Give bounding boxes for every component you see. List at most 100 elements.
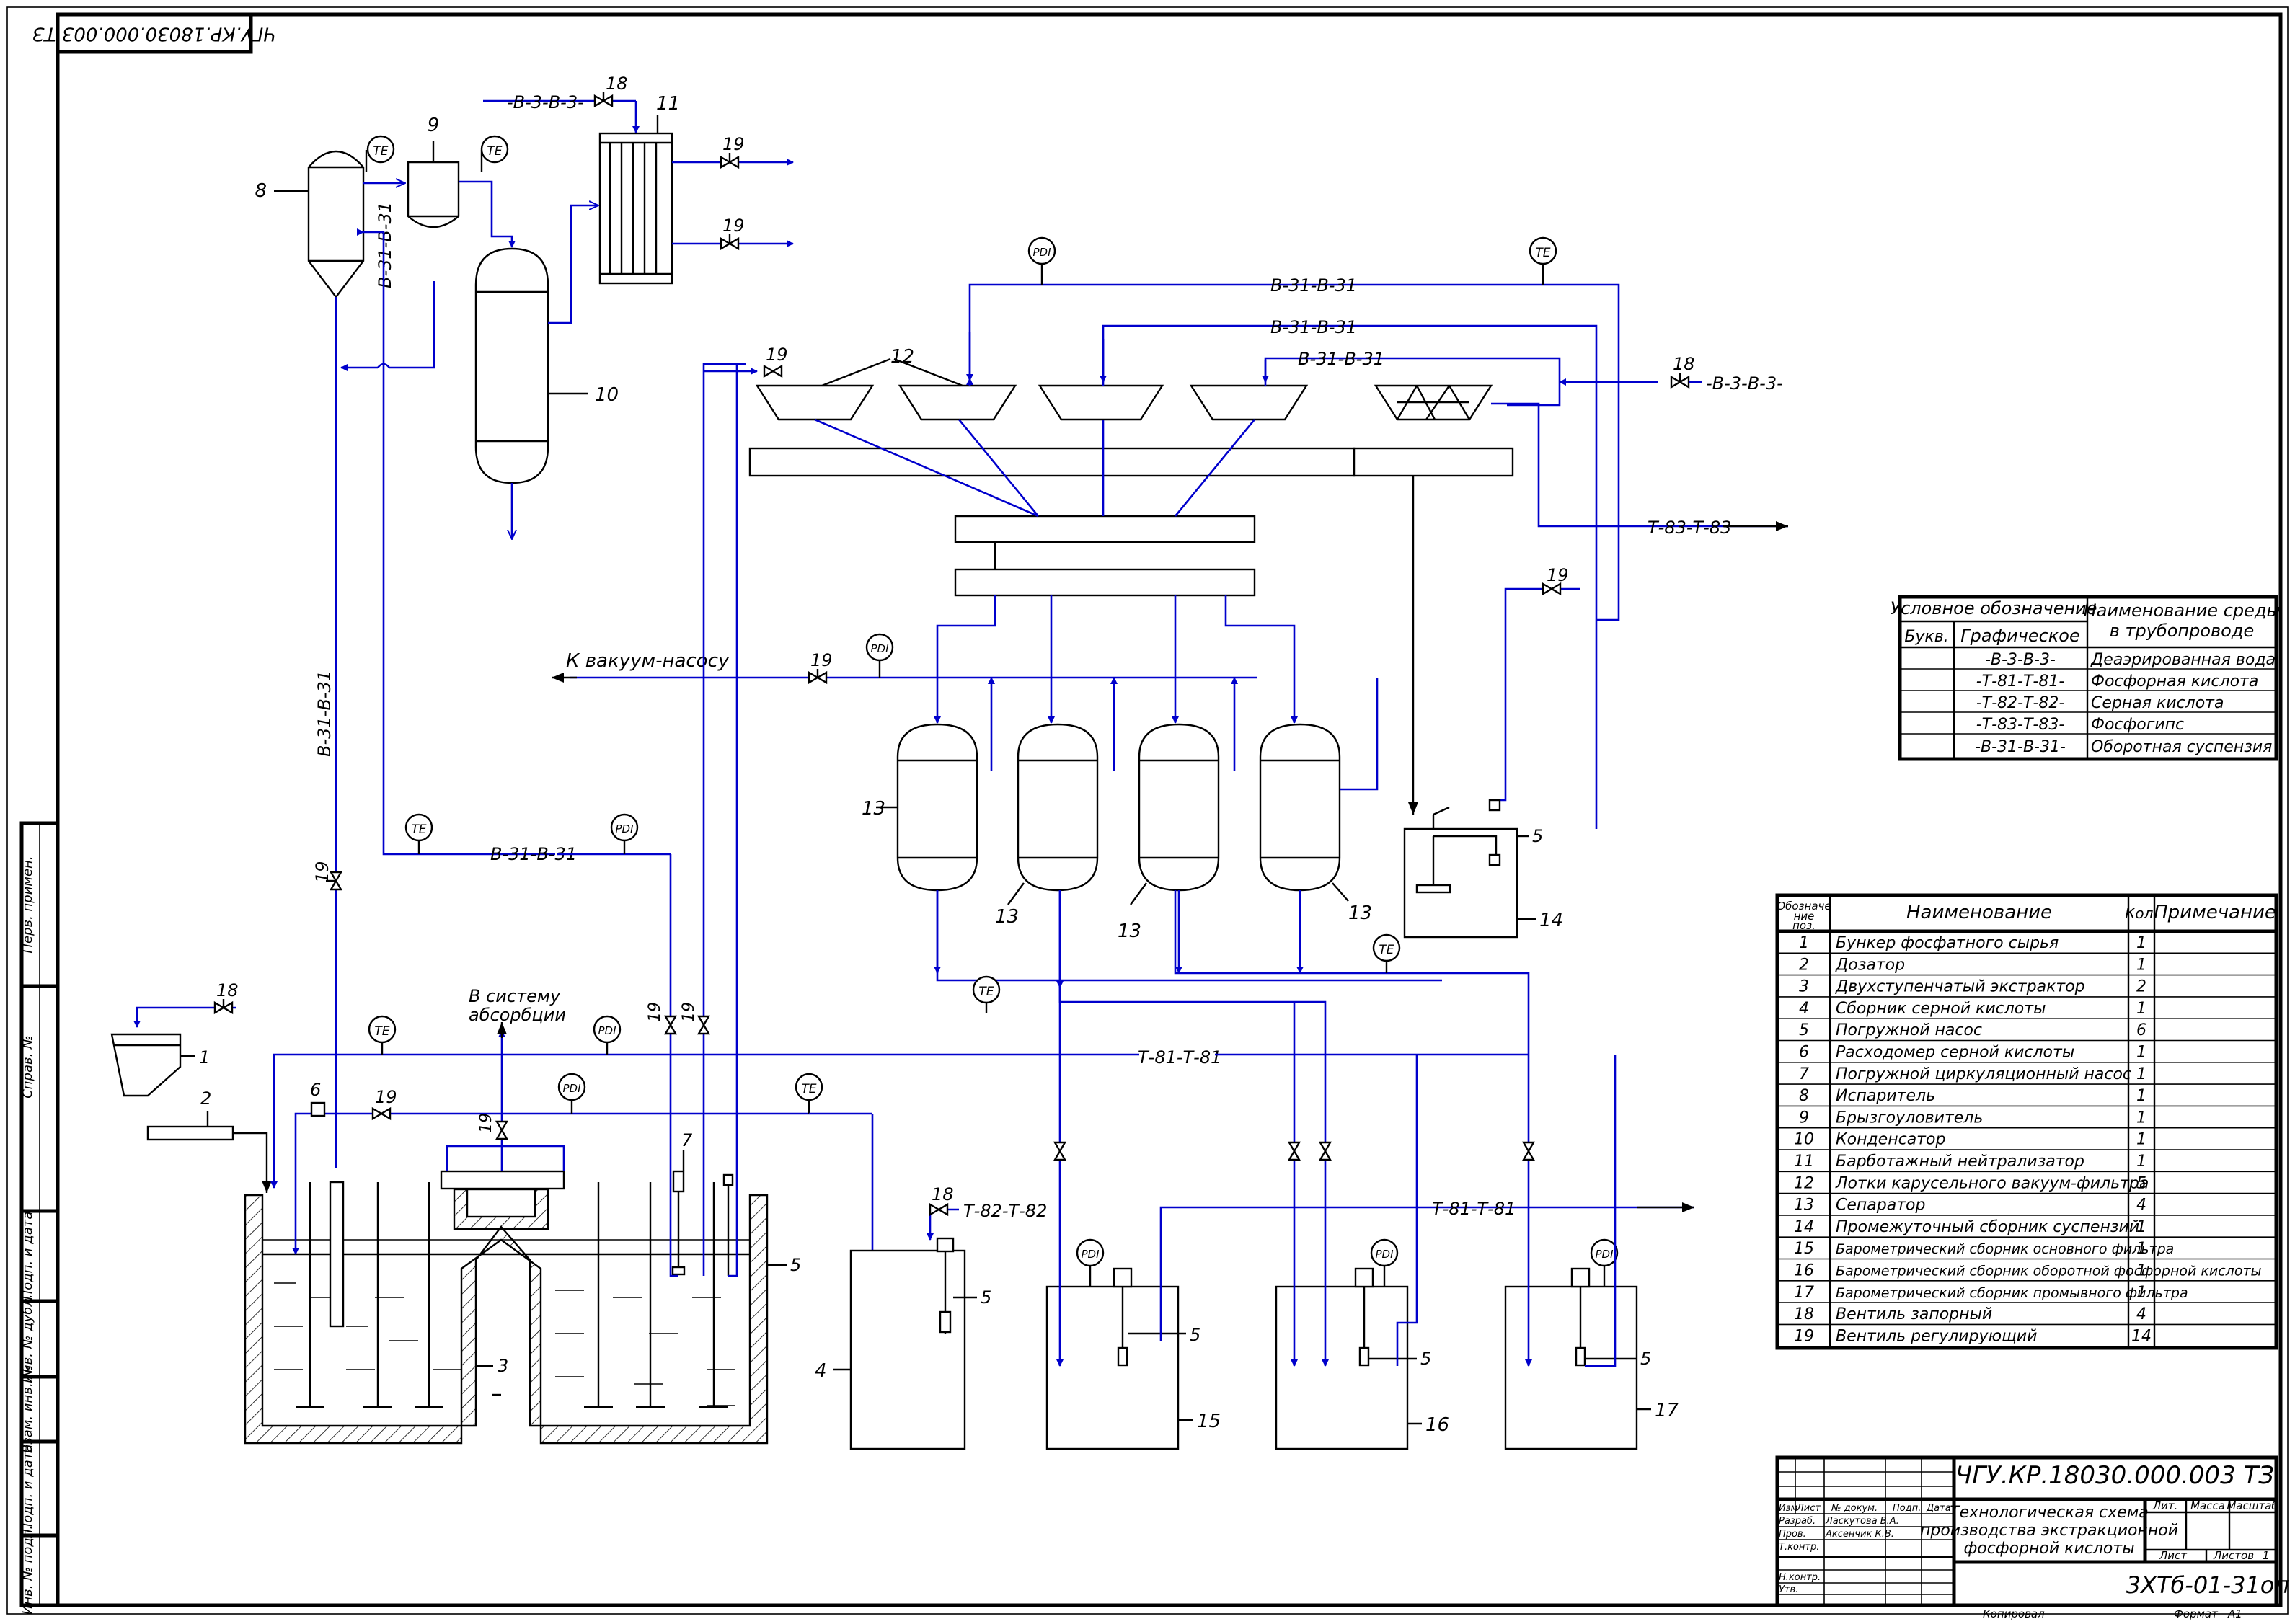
collector-14: 5 14 bbox=[1403, 799, 1563, 939]
spec-qty: 6 bbox=[2136, 1021, 2146, 1039]
spec-hname: Наименование bbox=[1906, 902, 2052, 923]
te-4: TE bbox=[1535, 246, 1550, 260]
te-6: TE bbox=[978, 985, 994, 999]
pdi-4: PDI bbox=[562, 1082, 581, 1095]
line-circ-vertical-left: В-31-В-31 bbox=[314, 670, 335, 757]
legend-h1: Условное обозначение bbox=[1890, 598, 2097, 618]
legend-h2a: Наименование среды bbox=[2084, 600, 2281, 621]
pdi-3: PDI bbox=[870, 642, 889, 655]
spec-qty: 1 bbox=[2136, 1109, 2146, 1127]
tb-col-data: Дата bbox=[1926, 1503, 1951, 1514]
spec-name: Брызгоуловитель bbox=[1836, 1109, 1983, 1127]
legend-name-1: Деаэрированная вода bbox=[2090, 651, 2276, 669]
pos-19-f: 19 bbox=[766, 345, 788, 365]
extractor-3: 3 7 5 bbox=[244, 1130, 801, 1445]
pos-4: 4 bbox=[815, 1360, 827, 1382]
spec-name: Промежуточный сборник суспензий bbox=[1836, 1218, 2139, 1236]
spec-pos: 15 bbox=[1794, 1240, 1814, 1258]
spec-qty: 1 bbox=[2136, 956, 2146, 974]
spec-qty: 4 bbox=[2136, 1197, 2146, 1215]
neutralizer-11: 11 bbox=[598, 93, 680, 285]
tb-title-1: Технологическая схема bbox=[1950, 1504, 2149, 1522]
pos-19-b: 19 bbox=[722, 216, 745, 236]
side-stamp-3: Подп. и дата bbox=[20, 1212, 35, 1300]
side-stamp-7: Инв. № подл. bbox=[20, 1525, 35, 1615]
legend-name-4: Фосфогипс bbox=[2091, 716, 2184, 734]
spec-pos: 2 bbox=[1799, 956, 1809, 974]
spec-pos: 13 bbox=[1794, 1197, 1814, 1215]
collector-16: 16 5 PDI bbox=[1275, 1238, 1449, 1450]
spec-qty: 1 bbox=[2136, 1087, 2146, 1105]
spec-name: Сборник серной кислоты bbox=[1836, 1000, 2046, 1018]
spec-qty: 1 bbox=[2136, 1000, 2146, 1018]
pos-5-14: 5 bbox=[1532, 826, 1543, 846]
pdi-1: PDI bbox=[615, 822, 634, 835]
top-stamp-code: ЧГУ.КР.18030.000.003 ТЗ bbox=[32, 23, 276, 45]
pos-2: 2 bbox=[200, 1088, 211, 1109]
pos-5-15: 5 bbox=[1190, 1325, 1200, 1345]
tb-tkontr: Т.контр. bbox=[1779, 1542, 1819, 1553]
line-circ-vertical-top: В-31-В-31 bbox=[375, 202, 395, 288]
vacuum-label: К вакуум-насосу bbox=[566, 650, 730, 672]
spec-name: Двухступенчатый экстрактор bbox=[1835, 978, 2085, 996]
spec-qty: 1 bbox=[2136, 1153, 2146, 1171]
tb-massa: Масса bbox=[2190, 1499, 2225, 1512]
pos-8: 8 bbox=[255, 180, 267, 202]
spec-pos: 17 bbox=[1794, 1284, 1814, 1302]
pos-13-a: 13 bbox=[862, 798, 885, 820]
te-8: TE bbox=[801, 1082, 816, 1096]
tb-col-izm: Изм bbox=[1779, 1503, 1798, 1514]
vacuum-header: К вакуум-насосу 19 PDI bbox=[552, 633, 1257, 685]
pos-16: 16 bbox=[1425, 1414, 1449, 1436]
pos-12: 12 bbox=[890, 346, 914, 368]
spec-qty: 1 bbox=[2136, 1218, 2146, 1236]
separator-13-a bbox=[896, 723, 978, 892]
side-stamp-1: Перв. примен. bbox=[20, 856, 35, 953]
side-stamp-6: Подп. и дата bbox=[20, 1445, 35, 1533]
pos-5-16: 5 bbox=[1420, 1349, 1431, 1369]
right-top-piping: 18 -В-3-В-3- Т-83-Т-83 19 bbox=[1491, 354, 1788, 802]
spec-pos: 14 bbox=[1794, 1218, 1814, 1236]
pos-18-sulf: 18 bbox=[932, 1184, 954, 1204]
side-stamp: Перв. примен. Справ. № Подп. и дата Инв.… bbox=[19, 821, 60, 1615]
pdi-6: PDI bbox=[1081, 1248, 1100, 1261]
collector-15: 15 5 PDI bbox=[1045, 1238, 1221, 1450]
sulfuric-collector-4: 5 4 18 Т-82-Т-82 bbox=[815, 1184, 1047, 1450]
spec-qty: 1 bbox=[2136, 1262, 2146, 1280]
spec-name: Погружной циркуляционный насос bbox=[1836, 1065, 2131, 1083]
te-3: TE bbox=[411, 822, 426, 837]
spec-name: Вентиль запорный bbox=[1836, 1305, 1992, 1323]
tb-sheets-n: 1 bbox=[2263, 1549, 2270, 1562]
pos-19-abs: 19 bbox=[477, 1113, 495, 1133]
legend-name-5: Оборотная суспензия bbox=[2091, 738, 2272, 756]
hopper-1: 1 18 bbox=[110, 980, 239, 1097]
tb-title-3: фосфорной кислоты bbox=[1963, 1540, 2134, 1558]
pos-13-d: 13 bbox=[1348, 902, 1372, 924]
pos-7: 7 bbox=[681, 1130, 693, 1150]
spec-name: Барометрический сборник промывного фильт… bbox=[1836, 1285, 2188, 1301]
valves-top-left: 18 19 19 19 bbox=[312, 74, 745, 891]
te-2: TE bbox=[487, 144, 502, 159]
pos-18-right: 18 bbox=[1673, 354, 1695, 374]
title-block: ЧГУ.КР.18030.000.003 ТЗ Технологическая … bbox=[1775, 1455, 2289, 1620]
spec-name: Расходомер серной кислоты bbox=[1836, 1044, 2074, 1062]
tb-prov-name: Аксенчик К.В. bbox=[1825, 1529, 1894, 1540]
pos-5-4: 5 bbox=[981, 1287, 991, 1308]
spec-qty: 1 bbox=[2136, 934, 2146, 952]
spec-qty: 1 bbox=[2136, 1065, 2146, 1083]
spec-hnote: Примечание bbox=[2154, 902, 2276, 923]
line-phos-1: Т-81-Т-81 bbox=[1138, 1047, 1221, 1068]
spec-name: Барометрический сборник оборотной фосфор… bbox=[1836, 1264, 2262, 1279]
legend-sub1: Букв. bbox=[1904, 628, 1948, 646]
pdi-7: PDI bbox=[1375, 1248, 1394, 1261]
splash-trap-9: 9 bbox=[407, 115, 460, 228]
spec-pos: 18 bbox=[1794, 1305, 1814, 1323]
spec-pos: 19 bbox=[1794, 1327, 1814, 1345]
spec-qty: 5 bbox=[2136, 1174, 2146, 1192]
tb-utv: Утв. bbox=[1779, 1584, 1798, 1595]
spec-name: Испаритель bbox=[1836, 1087, 1935, 1105]
pos-19-ext: 19 bbox=[375, 1087, 397, 1107]
tb-razrab: Разраб. bbox=[1779, 1516, 1816, 1527]
tb-format-v: А1 bbox=[2227, 1607, 2242, 1620]
legend-code-5: -В-31-В-31- bbox=[1975, 738, 2066, 756]
